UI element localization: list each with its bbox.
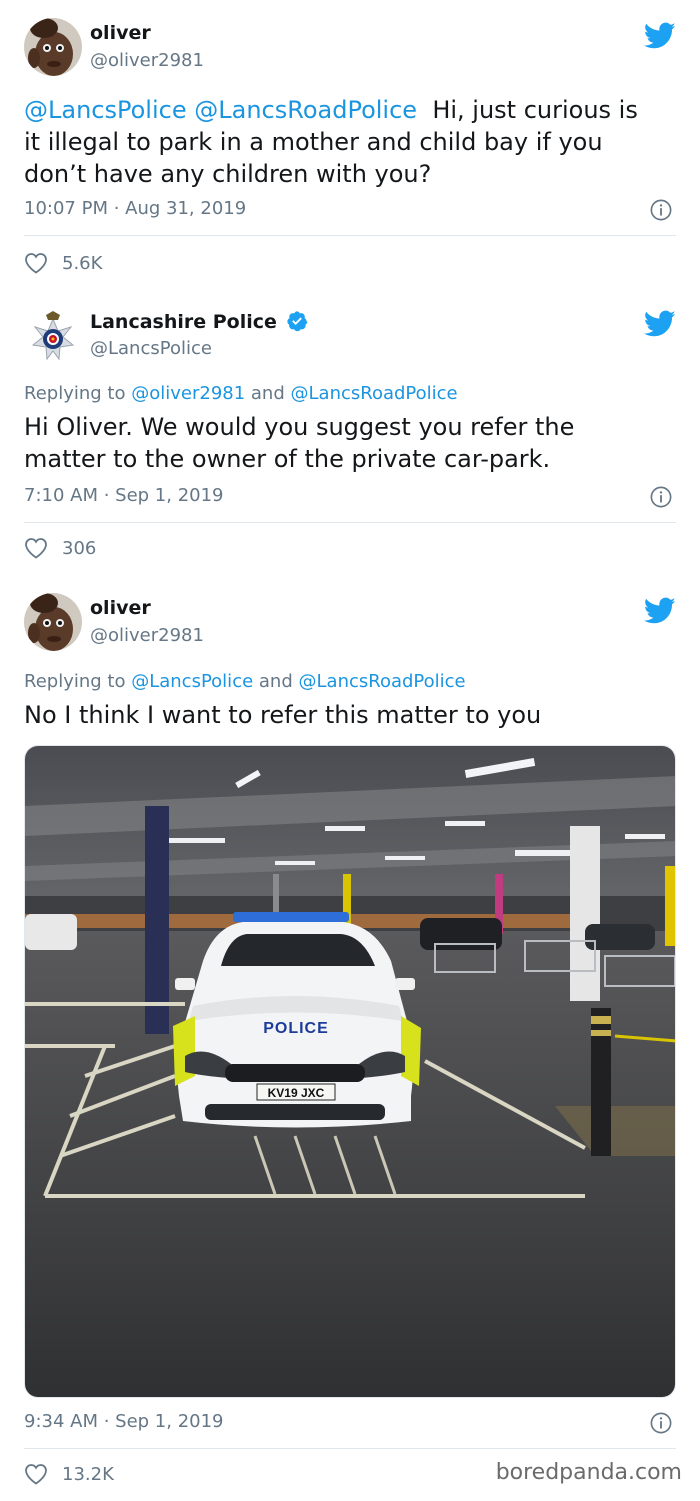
tweet-text-line: it illegal to park in a mother and child… bbox=[24, 128, 603, 156]
tweet-1: oliver @oliver2981 @LancsPolice @LancsRo… bbox=[0, 0, 700, 288]
author-name[interactable]: oliver bbox=[90, 22, 151, 44]
replying-and: and bbox=[258, 671, 293, 692]
author-handle[interactable]: @oliver2981 bbox=[90, 50, 204, 71]
tweet-2: Lancashire Police @LancsPolice Replying … bbox=[0, 288, 700, 575]
avatar[interactable] bbox=[24, 18, 82, 76]
like-count: 306 bbox=[62, 537, 97, 559]
author-name-text: Lancashire Police bbox=[90, 311, 277, 333]
watermark: boredpanda.com bbox=[495, 1460, 682, 1485]
mention-link[interactable]: @LancsRoadPolice bbox=[291, 383, 458, 404]
tweet-text: @LancsPolice @LancsRoadPolice Hi, just c… bbox=[24, 94, 680, 190]
replying-prefix: Replying to bbox=[24, 671, 126, 692]
heart-icon bbox=[25, 538, 47, 559]
timestamp[interactable]: 10:07 PM · Aug 31, 2019 bbox=[24, 198, 246, 219]
author-name[interactable]: Lancashire Police bbox=[90, 310, 308, 333]
heart-icon bbox=[25, 1464, 47, 1485]
replying-to: Replying to @oliver2981 and @LancsRoadPo… bbox=[24, 383, 458, 404]
cartoon-face-avatar-icon bbox=[24, 18, 82, 76]
like-count: 13.2K bbox=[62, 1463, 114, 1485]
like-button[interactable]: 13.2K bbox=[24, 1462, 114, 1486]
avatar[interactable] bbox=[24, 593, 82, 651]
tweet-text-line: don’t have any children with you? bbox=[24, 160, 432, 188]
tweet-text-line: matter to the owner of the private car-p… bbox=[24, 445, 551, 473]
mention-link[interactable]: @LancsPolice bbox=[24, 96, 187, 124]
police-livery-text: POLICE bbox=[263, 1020, 329, 1037]
license-plate: KV19 JXC bbox=[268, 1086, 325, 1100]
divider bbox=[24, 522, 676, 523]
tweet-text: Hi Oliver. We would you suggest you refe… bbox=[24, 411, 680, 475]
tweet-text-line: Hi Oliver. We would you suggest you refe… bbox=[24, 413, 575, 441]
mention-link[interactable]: @LancsRoadPolice bbox=[299, 671, 466, 692]
tweet-text-line: Hi, just curious is bbox=[432, 96, 638, 124]
replying-to: Replying to @LancsPolice and @LancsRoadP… bbox=[24, 671, 466, 692]
tweet-text-line: No I think I want to refer this matter t… bbox=[24, 701, 542, 729]
police-car-photo: KV19 JXC POLICE bbox=[25, 746, 675, 1397]
like-count: 5.6K bbox=[62, 252, 103, 274]
divider bbox=[24, 235, 676, 236]
like-button[interactable]: 306 bbox=[24, 536, 96, 560]
replying-prefix: Replying to bbox=[24, 383, 126, 404]
heart-icon bbox=[25, 253, 47, 274]
mention-link[interactable]: @LancsRoadPolice bbox=[194, 96, 417, 124]
twitter-bird-icon[interactable] bbox=[644, 22, 676, 50]
tweet-text: No I think I want to refer this matter t… bbox=[24, 699, 680, 731]
timestamp[interactable]: 9:34 AM · Sep 1, 2019 bbox=[24, 1411, 224, 1432]
mention-link[interactable]: @LancsPolice bbox=[131, 671, 253, 692]
author-name[interactable]: oliver bbox=[90, 597, 151, 619]
info-icon[interactable] bbox=[650, 486, 672, 508]
author-handle[interactable]: @LancsPolice bbox=[90, 338, 212, 359]
divider bbox=[24, 1448, 676, 1449]
info-icon[interactable] bbox=[650, 199, 672, 221]
info-icon[interactable] bbox=[650, 1412, 672, 1434]
twitter-bird-icon[interactable] bbox=[644, 310, 676, 338]
author-handle[interactable]: @oliver2981 bbox=[90, 625, 204, 646]
twitter-bird-icon[interactable] bbox=[644, 597, 676, 625]
timestamp[interactable]: 7:10 AM · Sep 1, 2019 bbox=[24, 485, 224, 506]
replying-and: and bbox=[250, 383, 285, 404]
mention-link[interactable]: @oliver2981 bbox=[131, 383, 245, 404]
police-crest-avatar-icon bbox=[24, 307, 82, 365]
cartoon-face-avatar-icon bbox=[24, 593, 82, 651]
avatar[interactable] bbox=[24, 307, 82, 365]
verified-badge-icon bbox=[286, 311, 307, 332]
like-button[interactable]: 5.6K bbox=[24, 251, 102, 275]
tweet-photo[interactable]: KV19 JXC POLICE bbox=[24, 745, 676, 1398]
tweet-3: oliver @oliver2981 Replying to @LancsPol… bbox=[0, 575, 700, 1501]
